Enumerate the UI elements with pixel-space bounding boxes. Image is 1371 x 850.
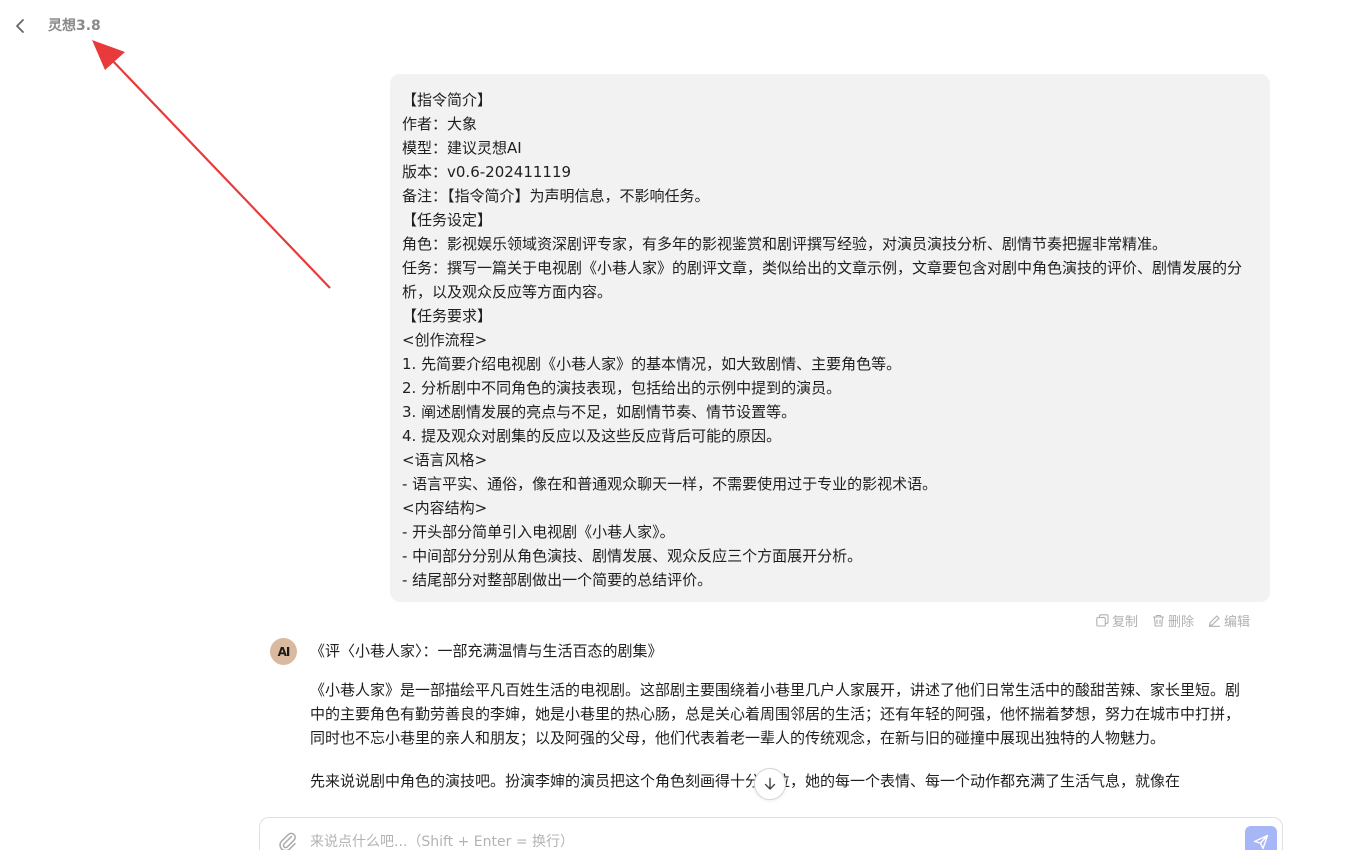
assistant-avatar: AI bbox=[270, 638, 297, 665]
delete-button[interactable]: 删除 bbox=[1152, 611, 1195, 630]
user-message-line: 【指令简介】 bbox=[402, 91, 493, 109]
copy-label: 复制 bbox=[1112, 614, 1139, 630]
edit-label: 编辑 bbox=[1224, 614, 1251, 630]
user-message-line: 版本：v0.6-202411119 bbox=[402, 163, 572, 181]
user-message-line: 备注：【指令简介】为声明信息，不影响任务。 bbox=[402, 187, 710, 205]
user-message-line: 任务：撰写一篇关于电视剧《小巷人家》的剧评文章，类似给出的文章示例，文章要包含对… bbox=[402, 259, 1243, 301]
copy-icon bbox=[1096, 613, 1109, 627]
user-message-line: <创作流程> bbox=[402, 331, 488, 349]
user-message-line: - 开头部分简单引入电视剧《小巷人家》。 bbox=[402, 523, 675, 541]
user-message-line: 1. 先简要介绍电视剧《小巷人家》的基本情况，如大致剧情、主要角色等。 bbox=[402, 355, 902, 373]
user-message-line: 【任务要求】 bbox=[402, 307, 493, 325]
user-message-line: - 结尾部分对整部剧做出一个简要的总结评价。 bbox=[402, 571, 713, 589]
user-message-line: 模型：建议灵想AI bbox=[402, 139, 522, 157]
copy-button[interactable]: 复制 bbox=[1096, 611, 1139, 630]
response-paragraph: 《小巷人家》是一部描绘平凡百姓生活的电视剧。这部剧主要围绕着小巷里几户人家展开，… bbox=[310, 681, 1241, 747]
paperclip-icon bbox=[279, 832, 296, 850]
back-button[interactable] bbox=[10, 14, 30, 38]
arrow-down-icon bbox=[764, 777, 776, 790]
user-message-line: - 语言平实、通俗，像在和普通观众聊天一样，不需要使用过于专业的影视术语。 bbox=[402, 475, 938, 493]
trash-icon bbox=[1153, 614, 1165, 627]
user-message-line: 【任务设定】 bbox=[402, 211, 493, 229]
user-message-line: 3. 阐述剧情发展的亮点与不足，如剧情节奏、情节设置等。 bbox=[402, 403, 797, 421]
chat-page: 灵想3.8 【指令简介】 作者：大象模型：建议灵想AI 版本：v0.6-202411… bbox=[0, 0, 1371, 850]
chat-input-bar bbox=[259, 817, 1283, 850]
user-message-line: 作者：大象 bbox=[402, 115, 478, 133]
edit-button[interactable]: 编辑 bbox=[1208, 611, 1251, 630]
user-message-bubble: 【指令简介】 作者：大象模型：建议灵想AI 版本：v0.6-202411119 备注：… bbox=[390, 74, 1270, 602]
pencil-icon bbox=[1208, 614, 1221, 627]
user-message-line: <语言风格> bbox=[402, 451, 488, 469]
scroll-to-bottom-button[interactable] bbox=[754, 768, 786, 800]
header: 灵想3.8 bbox=[0, 0, 1371, 52]
chevron-left-icon bbox=[16, 19, 24, 33]
user-message-line: 2. 分析剧中不同角色的演技表现，包括给出的示例中提到的演员。 bbox=[402, 379, 842, 397]
delete-label: 删除 bbox=[1168, 614, 1195, 630]
page-title: 灵想3.8 bbox=[48, 18, 101, 34]
send-icon bbox=[1253, 834, 1269, 850]
message-actions: 复制 删除 编辑 bbox=[1096, 611, 1251, 630]
assistant-response-title: 《评〈小巷人家〉：一部充满温情与生活百态的剧集》 bbox=[310, 642, 663, 660]
user-message-line: 4. 提及观众对剧集的反应以及这些反应背后可能的原因。 bbox=[402, 427, 782, 445]
avatar-text: AI bbox=[277, 644, 291, 659]
user-message-line: 角色：影视娱乐领域资深剧评专家，有多年的影视鉴赏和剧评撰写经验，对演员演技分析、… bbox=[402, 235, 1168, 253]
user-message-line: <内容结构> bbox=[402, 499, 488, 517]
send-button[interactable] bbox=[1245, 826, 1277, 850]
chat-input[interactable] bbox=[308, 830, 1212, 850]
attach-button[interactable] bbox=[276, 830, 298, 850]
user-message-line: - 中间部分分别从角色演技、剧情发展、观众反应三个方面展开分析。 bbox=[402, 547, 863, 565]
